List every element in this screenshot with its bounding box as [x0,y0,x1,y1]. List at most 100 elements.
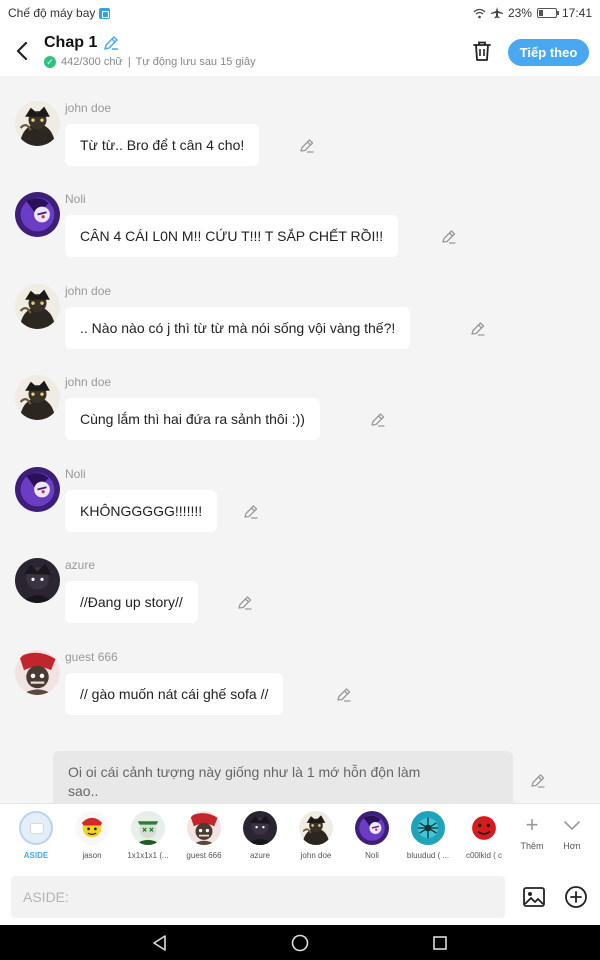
nav-home-icon[interactable] [290,933,310,953]
nav-recent-icon[interactable] [430,933,450,953]
avatar [467,811,501,845]
message-item: azure //Đang up story// [0,533,600,623]
trash-icon[interactable] [470,39,494,63]
avatar[interactable] [15,558,60,603]
collapse-label: Hơn [563,841,581,851]
edit-icon[interactable] [243,504,259,520]
message-bubble[interactable]: //Đang up story// [65,581,198,623]
message-bubble[interactable]: KHÔNGGGGG!!!!!!! [65,490,218,532]
editor-header: Chap 1 ✓ 442/300 chữ | Tự động lưu sau 1… [0,26,600,76]
edit-icon[interactable] [237,595,253,611]
autosave-status: Tự động lưu sau 15 giây [135,56,256,68]
notification-icon [99,7,111,19]
sender-name: Noli [65,467,86,481]
image-icon[interactable] [522,885,546,909]
character-label: jason [82,851,102,860]
sender-name: guest 666 [65,650,118,664]
nav-back-icon[interactable] [150,933,170,953]
avatar [355,811,389,845]
avatar [411,811,445,845]
avatar[interactable] [15,192,60,237]
avatar [243,811,277,845]
character-item[interactable]: Noli [344,811,400,860]
message-item: guest 666 // gào muốn nát cái ghế sofa /… [0,625,600,715]
more-button[interactable]: + Thêm [514,812,550,852]
status-bar: Chế độ máy bay 23% 17:41 [0,0,600,26]
back-button[interactable] [0,26,44,76]
avatar[interactable] [15,650,60,695]
collapse-button[interactable]: Hơn [554,813,590,851]
sender-name: john doe [65,375,112,389]
chapter-title: Chap 1 [44,34,98,51]
message-item: Noli CÂN 4 CÁI L0N M!! CỨU T!!! T SẮP CH… [0,167,600,257]
message-item: john doe Từ từ.. Bro để t cân 4 cho! [0,76,600,166]
check-icon: ✓ [44,56,56,68]
sender-name: azure [65,558,96,572]
message-item: Noli KHÔNGGGGG!!!!!!! [0,442,600,532]
character-label: c00lkid ( c [465,851,502,860]
avatar[interactable] [15,467,60,512]
message-feed[interactable]: john doe Từ từ.. Bro để t cân 4 cho! Nol… [0,76,600,803]
battery-percent: 23% [507,6,532,20]
aside-message-bubble[interactable]: Oi oi cái cảnh tượng này giống như là 1 … [53,751,513,803]
airplane-mode-label: Chế độ máy bay [8,6,96,20]
chevron-down-icon [554,813,590,841]
wifi-icon [473,8,486,18]
aside-icon [19,811,53,845]
sender-name: john doe [65,101,112,115]
character-label: ASIDE [23,851,49,860]
aside-input[interactable] [11,876,505,918]
character-label: 1x1x1x1 (... [127,851,169,860]
character-item[interactable]: bluudud ( ... [400,811,456,860]
message-bubble[interactable]: Từ từ.. Bro để t cân 4 cho! [65,124,260,166]
character-label: john doe [300,851,332,860]
edit-icon[interactable] [530,773,546,789]
character-item[interactable]: 1x1x1x1 (... [120,811,176,860]
avatar[interactable] [15,101,60,146]
more-label: Thêm [520,841,544,851]
edit-icon[interactable] [441,229,457,245]
character-item[interactable]: c00lkid ( c [456,811,512,860]
composer [0,869,600,925]
character-item[interactable]: jason [64,811,120,860]
word-count: 442/300 chữ [61,56,123,68]
edit-icon[interactable] [470,321,486,337]
battery-icon [536,8,559,18]
system-nav-bar [0,925,600,960]
message-bubble[interactable]: // gào muốn nát cái ghế sofa // [65,673,284,715]
character-selector: ASIDE jason 1x1x1x1 (... guest 666 azure… [0,803,600,869]
message-bubble[interactable]: Cùng lắm thì hai đứa ra sảnh thôi :)) [65,398,320,440]
next-button[interactable]: Tiếp theo [508,39,589,66]
message-bubble[interactable]: .. Nào nào có j thì từ từ mà nói sống vộ… [65,307,411,349]
message-item: john doe Cùng lắm thì hai đứa ra sảnh th… [0,350,600,440]
avatar[interactable] [15,375,60,420]
character-item[interactable]: azure [232,811,288,860]
separator: | [127,56,131,68]
character-label: Noli [365,851,379,860]
avatar[interactable] [15,284,60,329]
message-bubble[interactable]: CÂN 4 CÁI L0N M!! CỨU T!!! T SẮP CHẾT RỒ… [65,215,399,257]
aside-message-line: Oi oi cái cảnh tượng này giống như là 1 … [68,764,421,780]
sender-name: Noli [65,192,86,206]
character-aside[interactable]: ASIDE [8,811,64,860]
avatar [131,811,165,845]
back-arrow-icon [16,42,28,60]
character-item[interactable]: guest 666 [176,811,232,860]
plus-icon: + [525,812,539,837]
add-circle-icon[interactable] [564,885,588,909]
character-label: guest 666 [186,851,222,860]
edit-icon[interactable] [336,687,352,703]
avatar [187,811,221,845]
sender-name: john doe [65,284,112,298]
edit-icon[interactable] [299,138,315,154]
clock: 17:41 [561,6,592,20]
avatar [299,811,333,845]
character-label: azure [249,851,270,860]
pencil-icon[interactable] [103,35,119,51]
airplane-icon [490,7,503,19]
edit-icon[interactable] [370,412,386,428]
character-label: bluudud ( ... [406,851,450,860]
aside-message-line: sao.. [68,783,99,799]
message-item: john doe .. Nào nào có j thì từ từ mà nó… [0,259,600,349]
character-item[interactable]: john doe [288,811,344,860]
